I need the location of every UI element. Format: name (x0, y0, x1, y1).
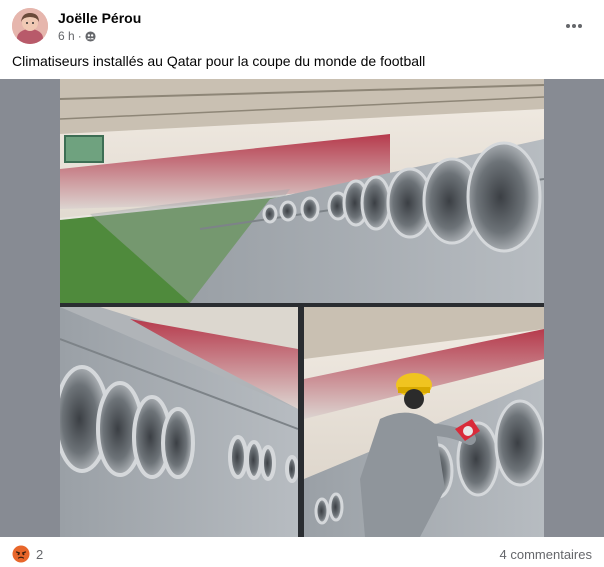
comments-count-link[interactable]: 4 commentaires (500, 547, 592, 562)
author-name[interactable]: Joëlle Pérou (58, 10, 141, 26)
angry-reaction-icon (12, 545, 30, 563)
bottom-right-photo (304, 307, 544, 537)
post-photo-collage[interactable] (60, 79, 544, 537)
post-meta: 6 h · (58, 29, 96, 43)
post-time[interactable]: 6 h (58, 29, 75, 43)
bottom-left-photo (60, 307, 299, 537)
reaction-count: 2 (36, 546, 44, 562)
facebook-post: Joëlle Pérou 6 h · Climatiseurs installé… (0, 0, 604, 567)
more-options-icon[interactable] (562, 14, 586, 38)
reactions-summary[interactable]: 2 (12, 545, 43, 563)
author-avatar[interactable] (12, 8, 48, 44)
post-footer: 2 4 commentaires (12, 543, 592, 565)
friends-icon (85, 30, 96, 42)
top-photo (60, 79, 544, 303)
post-header: Joëlle Pérou 6 h · (12, 8, 592, 44)
post-caption: Climatiseurs installés au Qatar pour la … (12, 53, 426, 69)
